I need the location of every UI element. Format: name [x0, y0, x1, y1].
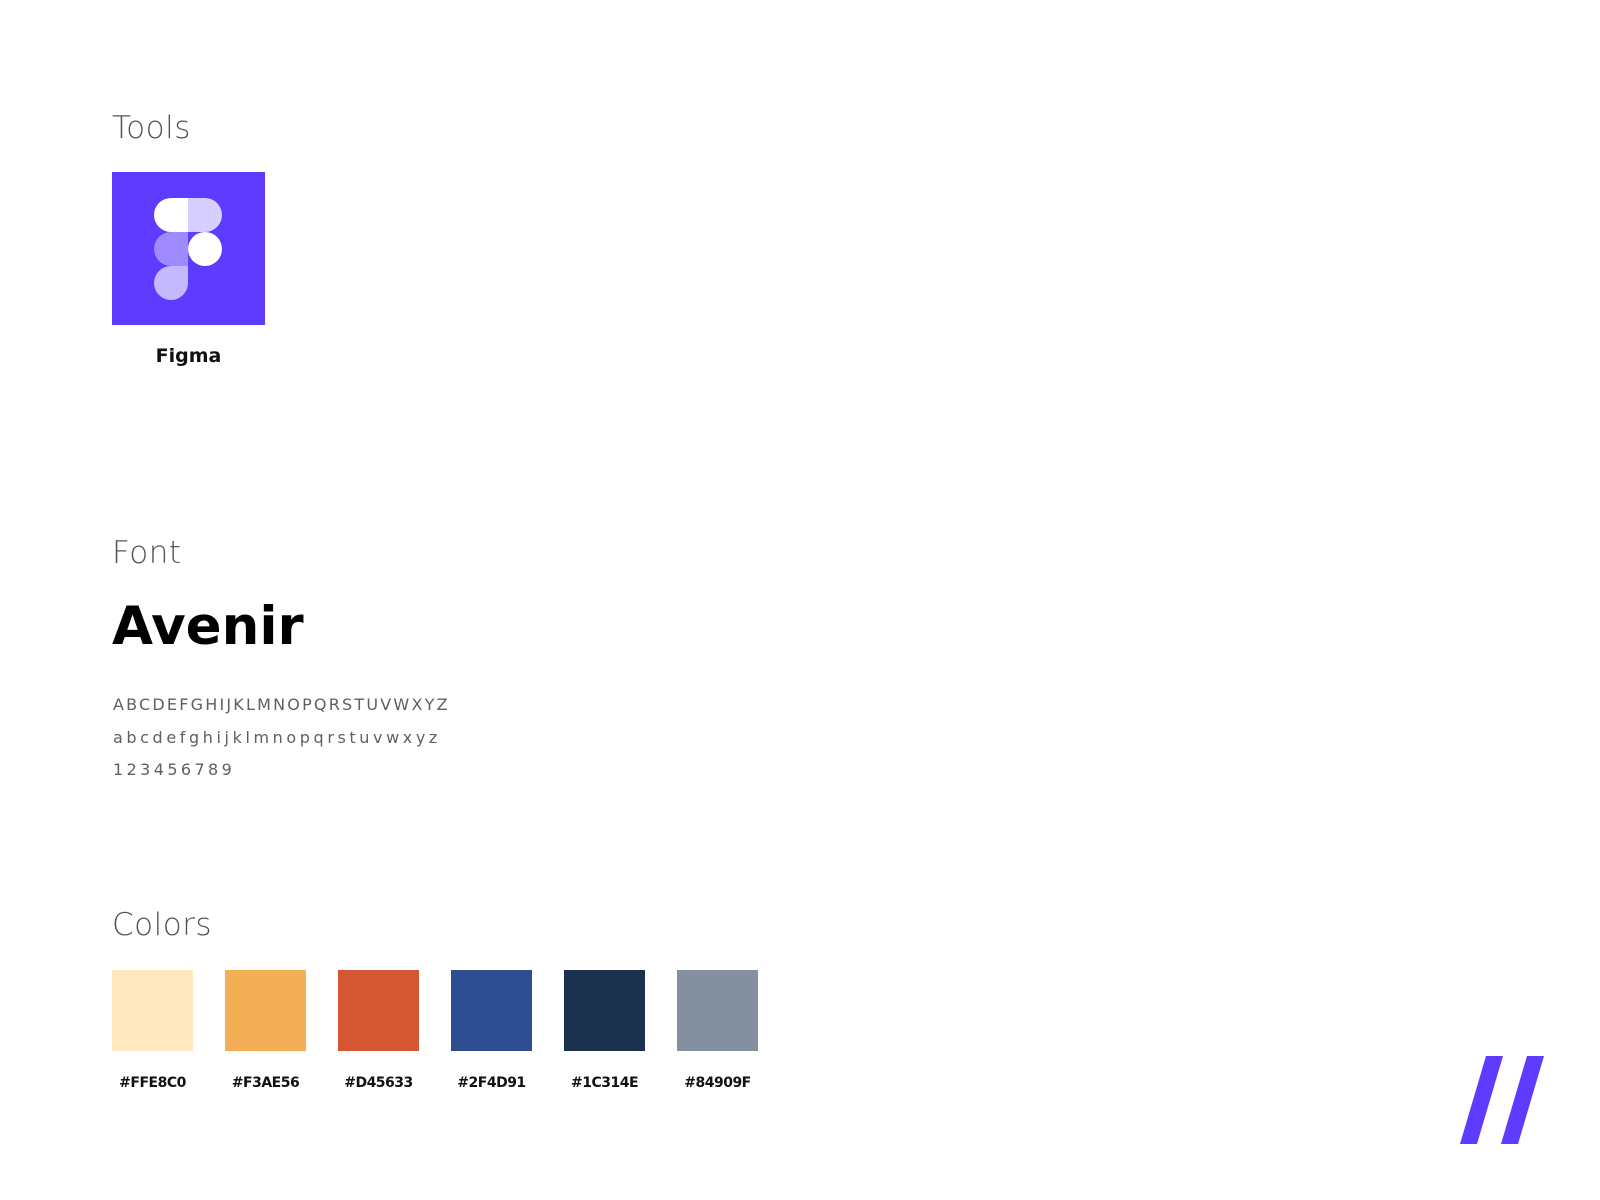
color-swatch-2 [225, 970, 306, 1051]
color-swatch-4 [451, 970, 532, 1051]
font-family-name: Avenir [112, 596, 304, 657]
color-code-2: #F3AE56 [231, 1075, 300, 1091]
color-code-4: #2F4D91 [457, 1075, 526, 1091]
colors-heading: Colors [112, 907, 213, 943]
color-code-5: #1C314E [570, 1075, 639, 1091]
color-code-6: #84909F [684, 1075, 751, 1091]
tools-heading: Tools [112, 110, 191, 146]
color-swatch-5 [564, 970, 645, 1051]
color-swatch-1 [112, 970, 193, 1051]
figma-label: Figma [155, 345, 222, 367]
color-swatch-6 [677, 970, 758, 1051]
digit-glyphs: 123456789 [113, 760, 236, 779]
uppercase-glyphs: ABCDEFGHIJKLMNOPQRSTUVWXYZ [113, 695, 450, 714]
color-swatch-3 [338, 970, 419, 1051]
font-heading: Font [112, 535, 182, 571]
color-code-3: #D45633 [344, 1075, 413, 1091]
lowercase-glyphs: abcdefghijklmnopqrstuvwxyz [113, 728, 441, 747]
figma-tool-card: Figma [112, 172, 265, 366]
figma-logo-icon [112, 172, 265, 325]
double-slash-logo-icon [1460, 1056, 1544, 1144]
color-code-1: #FFE8C0 [119, 1075, 186, 1091]
